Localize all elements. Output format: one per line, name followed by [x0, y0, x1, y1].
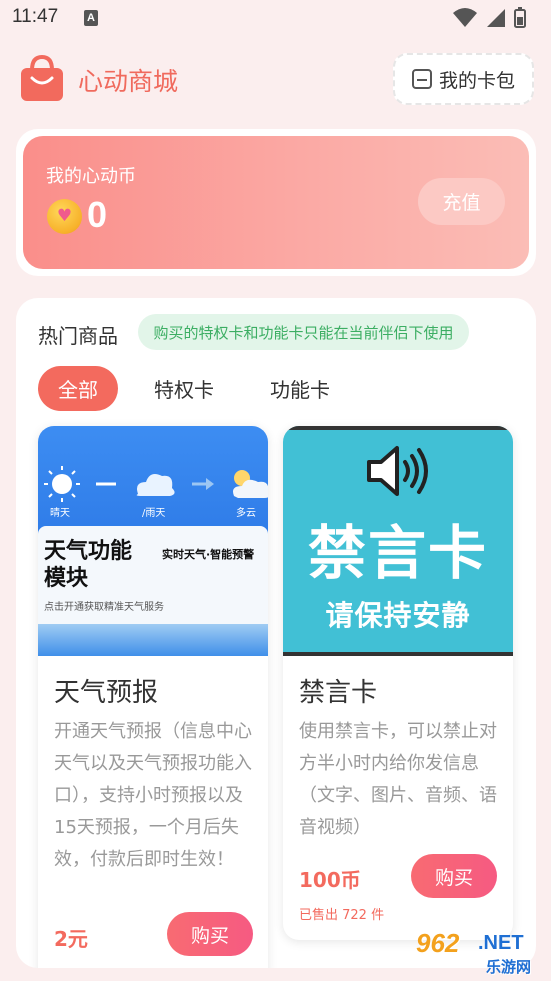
usage-notice-badge: 购买的特权卡和功能卡只能在当前伴侣下使用	[138, 314, 469, 350]
tab-function-cards[interactable]: 功能卡	[258, 366, 342, 411]
status-time: 11:47	[12, 6, 59, 27]
product-price: 2元	[54, 927, 88, 951]
notification-icon: A	[84, 10, 98, 26]
mute-image-headline: 禁言卡	[307, 519, 488, 587]
hot-products-panel: 热门商品 购买的特权卡和功能卡只能在当前伴侣下使用 全部 特权卡 功能卡 晴天 …	[16, 298, 536, 968]
watermark-suffix: .NET	[478, 932, 524, 954]
product-description: 开通天气预报（信息中心天气以及天气预报功能入口），支持小时预报以及15天预报，一…	[54, 721, 252, 870]
product-card-mute[interactable]: 禁言卡 请保持安静 禁言卡 使用禁言卡，可以禁止对方半小时内给你发信息（文字、图…	[283, 426, 513, 940]
coin-balance-panel: 我的心动币 ♥ 0 充值	[16, 129, 536, 276]
watermark-logo: 962 .NET 乐游网	[412, 928, 548, 978]
arrow-right-icon	[192, 478, 214, 490]
rainy-caption: /雨天	[142, 508, 166, 519]
wallet-button-label: 我的卡包	[438, 69, 515, 92]
tab-all[interactable]: 全部	[38, 366, 118, 411]
heart-coin-icon: ♥	[47, 199, 82, 234]
wifi-icon	[453, 8, 477, 27]
buy-button[interactable]: 购买	[167, 912, 253, 956]
section-title: 热门商品	[38, 324, 118, 348]
status-bar: 11:47 A	[0, 0, 551, 36]
partly-cloudy-icon	[233, 470, 268, 498]
product-title: 禁言卡	[299, 678, 378, 708]
recharge-button[interactable]: 充值	[418, 178, 505, 225]
product-price: 100币	[299, 868, 361, 892]
card-wallet-icon	[411, 69, 432, 89]
sold-count: 已售出 722 件	[299, 908, 385, 923]
weather-image-subtext: 点击开通获取精准天气服务	[44, 602, 164, 613]
signal-icon	[487, 9, 505, 27]
sun-icon	[44, 466, 80, 502]
system-status-icons	[453, 7, 526, 28]
product-title: 天气预报	[54, 678, 159, 708]
weather-headline-line1: 天气功能	[44, 539, 133, 564]
watermark-subtitle: 乐游网	[486, 958, 532, 976]
coin-balance-label: 我的心动币	[46, 166, 136, 187]
weather-image-headline: 天气功能 模块	[44, 538, 132, 592]
my-card-wallet-button[interactable]: 我的卡包	[393, 53, 534, 105]
mute-card-product-image: 禁言卡 请保持安静	[283, 426, 513, 656]
weather-image-side-text: 实时天气·智能预警	[162, 548, 255, 561]
weather-headline-line2: 模块	[44, 566, 89, 591]
shop-bag-logo-icon	[21, 54, 63, 101]
battery-icon	[514, 7, 526, 28]
mute-image-subtext: 请保持安静	[325, 599, 471, 632]
weather-product-image: 晴天 /雨天 多云 天气功能 模块 实时天气·智能预警 点击开通获取精准天气服务	[38, 426, 268, 656]
cloudy-caption: 多云	[236, 508, 256, 519]
coin-balance-value: 0	[87, 194, 108, 235]
page-title: 心动商城	[78, 67, 179, 96]
speaker-icon	[367, 446, 428, 496]
tab-privilege-cards[interactable]: 特权卡	[142, 366, 226, 411]
product-card-weather[interactable]: 晴天 /雨天 多云 天气功能 模块 实时天气·智能预警 点击开通获取精准天气服务 …	[38, 426, 268, 968]
product-description: 使用禁言卡，可以禁止对方半小时内给你发信息（文字、图片、音频、语音视频）	[299, 721, 497, 838]
buy-button[interactable]: 购买	[411, 854, 497, 898]
watermark-number: 962	[416, 928, 460, 958]
cloud-icon	[136, 474, 175, 496]
sunny-caption: 晴天	[50, 508, 70, 519]
coin-balance-card: 我的心动币 ♥ 0 充值	[23, 136, 529, 269]
